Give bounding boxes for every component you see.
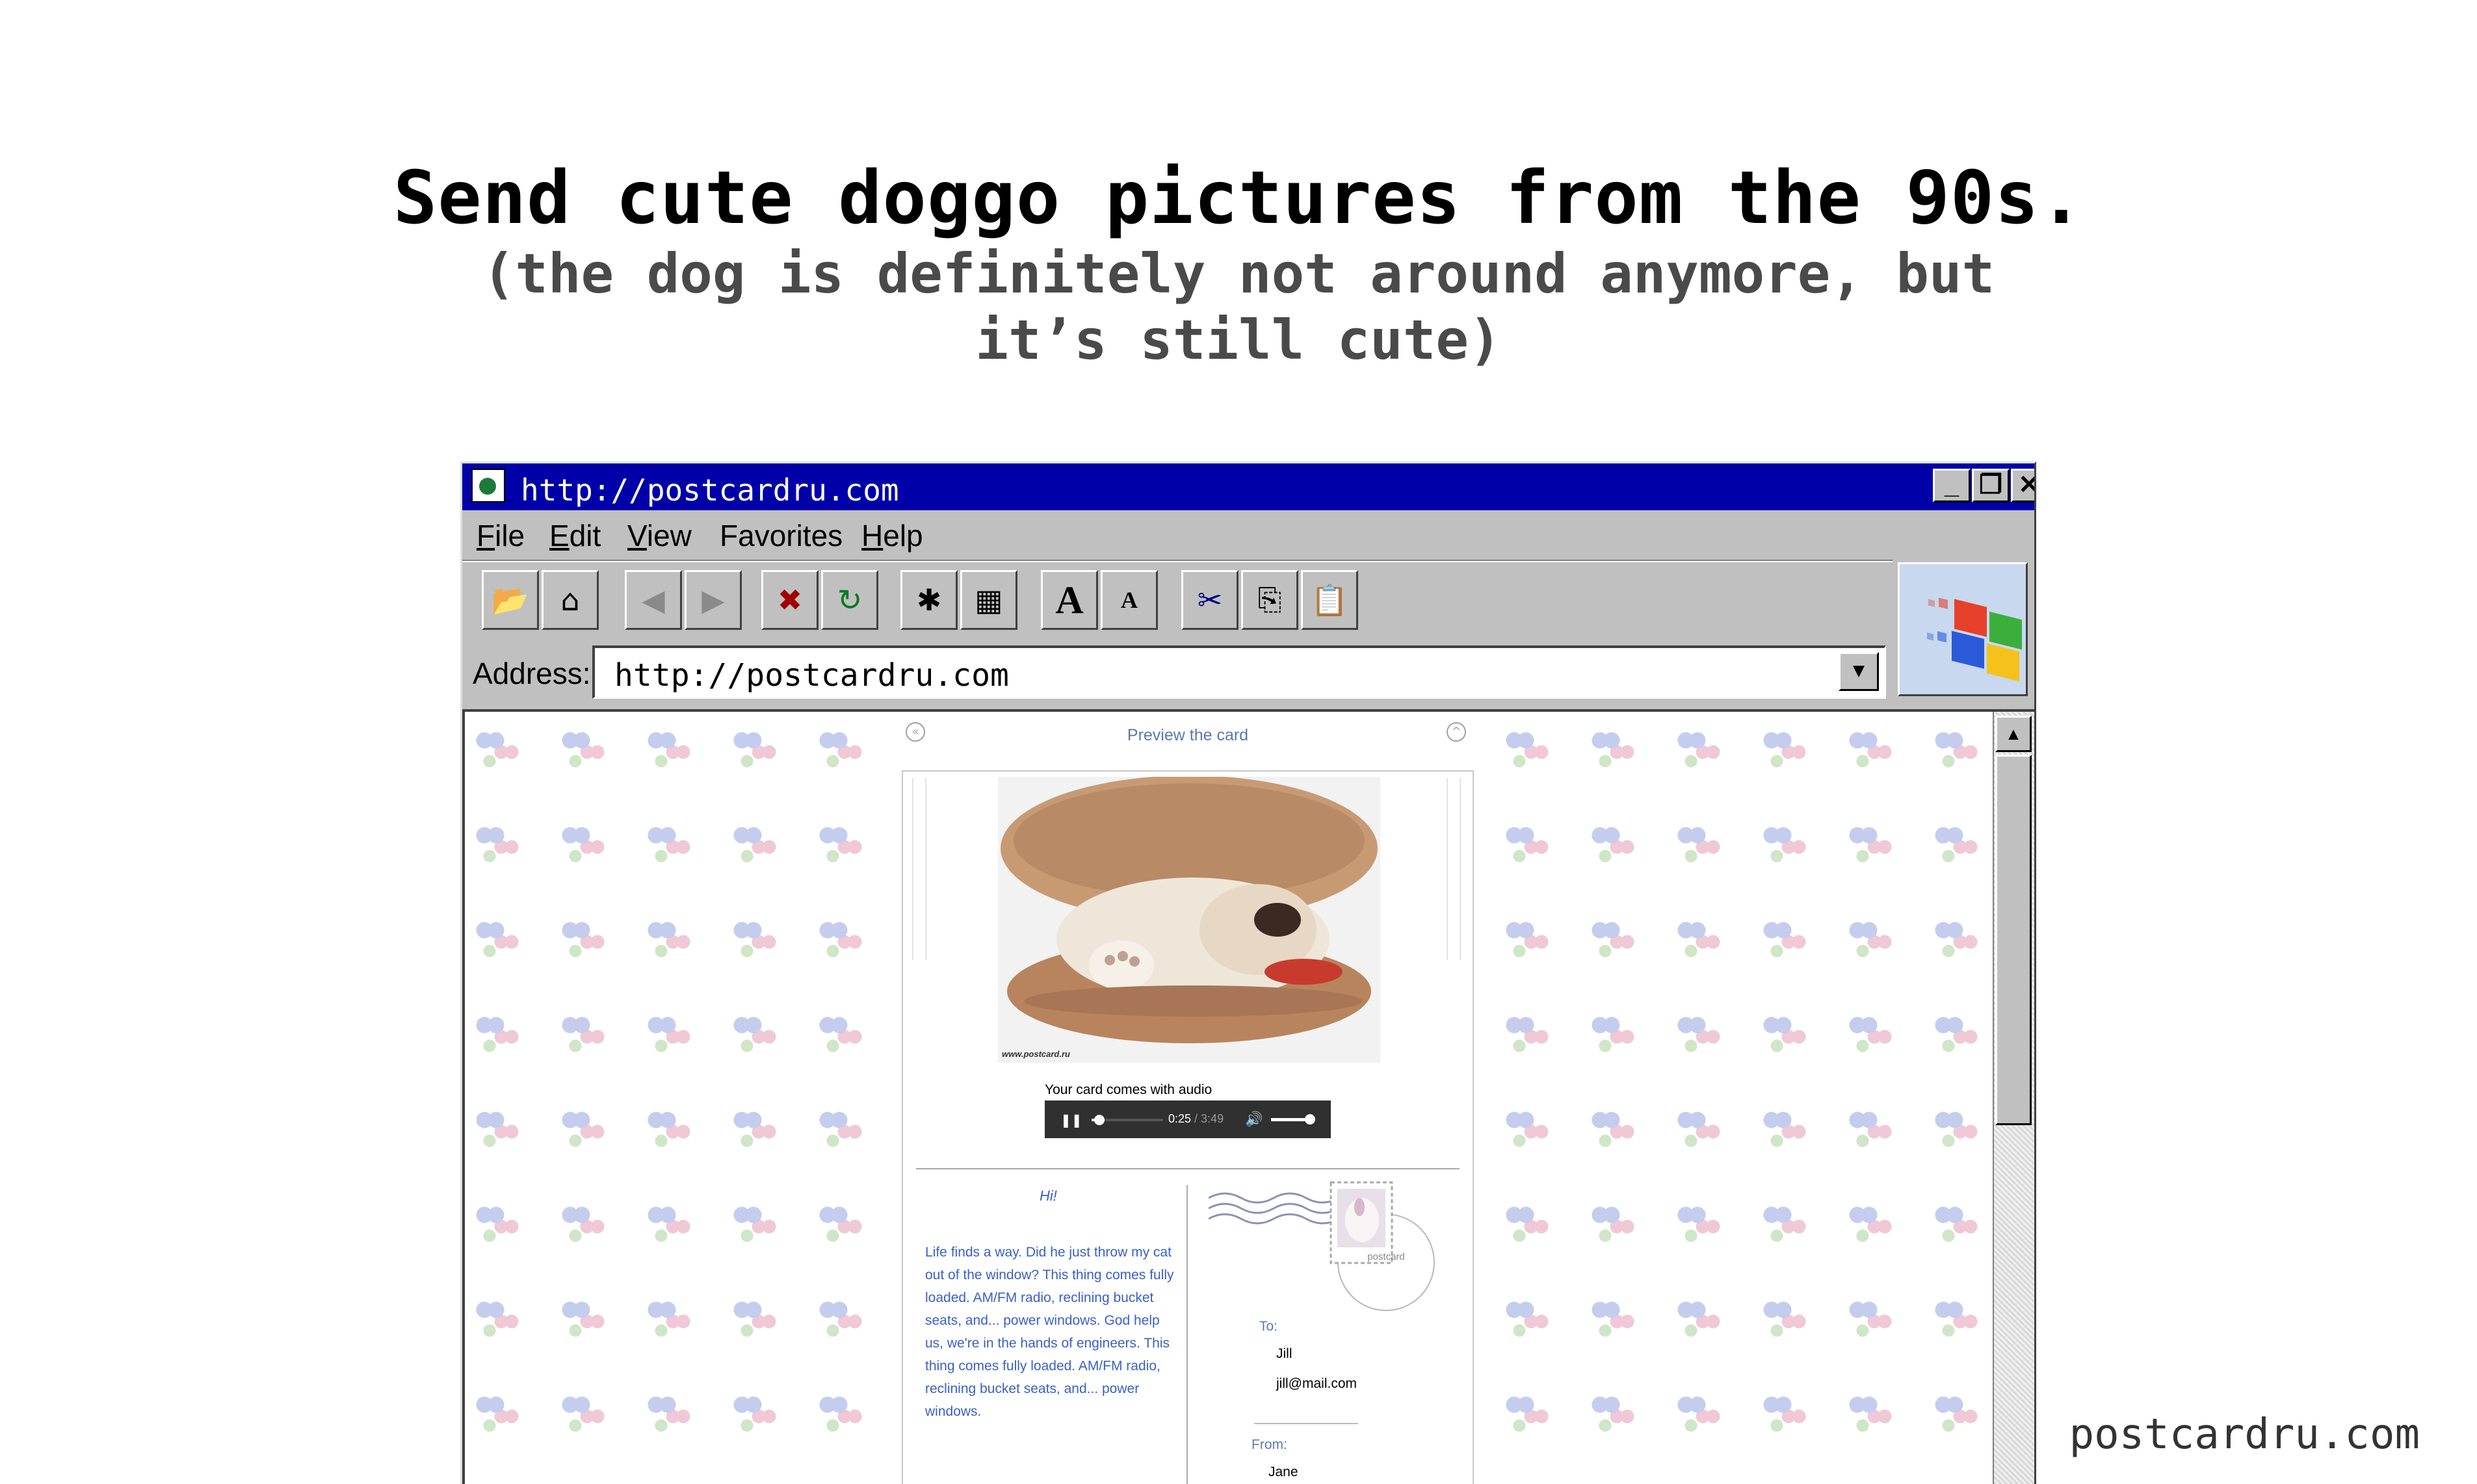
- to-name: Jill: [1276, 1346, 1292, 1361]
- font-larger-button[interactable]: A: [1041, 570, 1098, 630]
- title-bar[interactable]: http://postcardru.com _ ❐ ✕: [462, 463, 2034, 510]
- card-title: Preview the card: [1127, 726, 1249, 744]
- menu-file[interactable]: File: [477, 518, 525, 553]
- postmark-waves-icon: [1209, 1192, 1339, 1225]
- scissors-icon: ✂: [1197, 582, 1223, 618]
- audio-seek-handle[interactable]: [1094, 1115, 1105, 1125]
- greeting: Hi!: [1040, 1188, 1057, 1204]
- favorites-button[interactable]: ✱: [900, 570, 958, 630]
- cut-button[interactable]: ✂: [1181, 570, 1238, 630]
- to-email: jill@mail.com: [1276, 1376, 1357, 1391]
- photo-watermark: www.postcard.ru: [1002, 1049, 1070, 1059]
- puppy-in-bun-image: [998, 777, 1380, 1063]
- copy-icon: ⎘: [1257, 582, 1282, 617]
- scroll-thumb[interactable]: [1995, 755, 2032, 1125]
- history-icon: ▦: [975, 582, 1003, 618]
- arrow-left-icon: ◀: [642, 582, 665, 618]
- audio-seek-bar[interactable]: [1092, 1115, 1163, 1125]
- folder-open-icon: 📂: [491, 582, 529, 618]
- postcard: www.postcard.ru Your card comes with aud…: [902, 770, 1474, 1484]
- home-button[interactable]: ⌂: [542, 570, 599, 630]
- card-vertical-divider: [1186, 1185, 1188, 1484]
- forward-button[interactable]: ▶: [685, 570, 742, 630]
- audio-caption: Your card comes with audio: [1045, 1082, 1212, 1097]
- stop-page-icon: ✖: [777, 582, 803, 618]
- menu-separator: [462, 560, 1893, 562]
- volume-handle[interactable]: [1305, 1114, 1315, 1125]
- address-divider: [1254, 1423, 1358, 1424]
- chevron-down-icon: ▼: [1852, 659, 1865, 682]
- close-button[interactable]: ✕: [2011, 469, 2034, 502]
- address-input[interactable]: http://postcardru.com: [614, 657, 1009, 694]
- page-viewport[interactable]: ▲ « Preview the card ^ www.postcard.ru Y…: [462, 709, 2034, 1484]
- clipboard-icon: 📋: [1311, 582, 1348, 618]
- arrow-right-icon: ▶: [701, 582, 725, 618]
- volume-icon[interactable]: 🔊: [1245, 1111, 1263, 1128]
- brand-url: postcardru.com: [2069, 1411, 2420, 1459]
- refresh-icon: ↻: [837, 582, 863, 618]
- audio-player: ❚❚ 0:25 / 3:49 🔊: [1045, 1100, 1331, 1138]
- audio-current-time: 0:25: [1168, 1112, 1192, 1125]
- headline: Send cute doggo pictures from the 90s.: [393, 156, 2084, 241]
- address-dropdown-button[interactable]: ▼: [1839, 652, 1879, 691]
- menu-edit[interactable]: Edit: [549, 518, 601, 553]
- open-button[interactable]: 📂: [482, 570, 539, 630]
- chevron-up-icon: ^: [1451, 725, 1461, 738]
- minimize-button[interactable]: _: [1933, 469, 1971, 502]
- postmark-text: postcard: [1367, 1251, 1405, 1262]
- menu-view[interactable]: View: [627, 518, 692, 553]
- from-name: Jane: [1268, 1464, 1298, 1479]
- font-larger-icon: A: [1055, 578, 1084, 621]
- window-title: http://postcardru.com: [521, 473, 899, 508]
- to-label: To:: [1259, 1319, 1278, 1334]
- windows-logo: [1898, 562, 2028, 696]
- address-bar[interactable]: http://postcardru.com ▼: [592, 645, 1886, 699]
- subheadline: (the dog is definitely not around anymor…: [482, 242, 1995, 372]
- from-label: From:: [1252, 1437, 1287, 1452]
- pause-icon[interactable]: ❚❚: [1060, 1112, 1082, 1128]
- browser-window: http://postcardru.com _ ❐ ✕ File Edit Vi…: [460, 462, 2036, 1484]
- favorites-folder-icon: ✱: [916, 582, 942, 618]
- address-label: Address:: [473, 657, 591, 690]
- vertical-scrollbar[interactable]: ▲: [1993, 712, 2034, 1484]
- card-message: Life finds a way. Did he just throw my c…: [925, 1245, 1174, 1419]
- card-divider: [916, 1168, 1460, 1169]
- menu-bar: File Edit View Favorites Help: [462, 512, 2034, 557]
- nav-top-button[interactable]: ^: [1447, 722, 1466, 742]
- audio-time: 0:25 / 3:49: [1168, 1112, 1224, 1126]
- menu-favorites[interactable]: Favorites: [720, 518, 843, 553]
- card-header: « Preview the card ^: [902, 712, 1474, 770]
- copy-button[interactable]: ⎘: [1241, 570, 1298, 630]
- history-button[interactable]: ▦: [960, 570, 1017, 630]
- audio-total-time: / 3:49: [1191, 1112, 1224, 1125]
- menu-help[interactable]: Help: [861, 518, 923, 553]
- refresh-button[interactable]: ↻: [821, 570, 878, 630]
- stop-button[interactable]: ✖: [761, 570, 819, 630]
- restore-button[interactable]: ❐: [1972, 469, 2010, 502]
- font-smaller-icon: A: [1121, 587, 1138, 613]
- scroll-up-button[interactable]: ▲: [1995, 716, 2032, 752]
- card-rail-left: [912, 778, 926, 960]
- font-smaller-button[interactable]: A: [1101, 570, 1158, 630]
- windows-flag-icon: [1927, 597, 2022, 682]
- puppy-photo: www.postcard.ru: [998, 777, 1380, 1063]
- card-rail-right: [1447, 778, 1461, 960]
- home-icon: ⌂: [560, 582, 580, 618]
- paste-button[interactable]: 📋: [1301, 570, 1358, 630]
- back-button[interactable]: ◀: [625, 570, 682, 630]
- browser-app-icon: [471, 469, 505, 502]
